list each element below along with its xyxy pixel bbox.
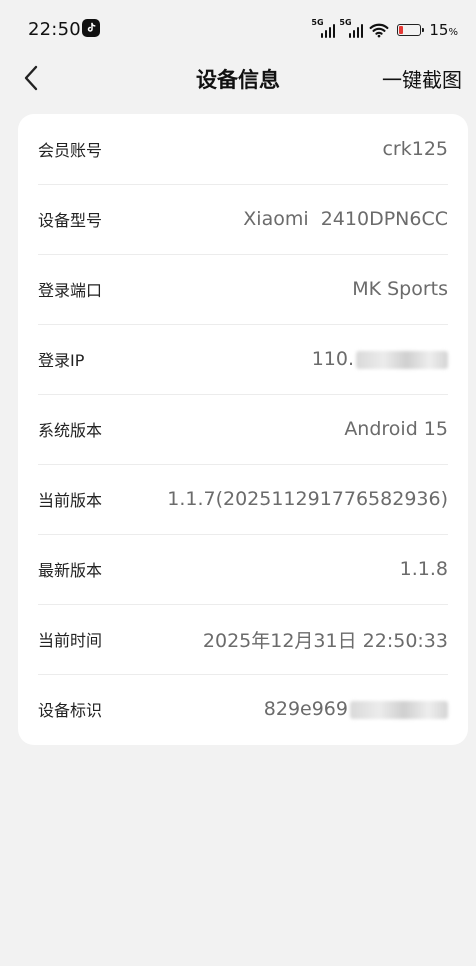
row-value: 829e969 xyxy=(263,698,348,720)
status-bar: 22:50 5G 5G 15% xyxy=(0,0,476,58)
row-value: MK Sports xyxy=(352,278,448,300)
row-value: 1.1.8 xyxy=(399,558,448,580)
info-row-member-account: 会员账号 crk125 xyxy=(38,114,448,185)
device-info-card: 会员账号 crk125 设备型号 Xiaomi 2410DPN6CC 登录端口 … xyxy=(18,114,468,745)
row-value-wrap: 110. xyxy=(312,348,448,370)
row-value: 1.1.7(202511291776582936) xyxy=(167,488,448,510)
battery-percent: 15% xyxy=(429,21,458,39)
info-row-login-port: 登录端口 MK Sports xyxy=(38,254,448,325)
tiktok-icon xyxy=(82,19,100,37)
header: 设备信息 一键截图 xyxy=(0,58,476,98)
status-time: 22:50 xyxy=(28,19,81,40)
battery-fill xyxy=(399,26,403,34)
row-label: 登录IP xyxy=(38,351,85,370)
one-click-screenshot-button[interactable]: 一键截图 xyxy=(382,64,462,93)
redacted-blur xyxy=(356,350,448,369)
row-label: 会员账号 xyxy=(38,141,103,160)
row-label: 当前时间 xyxy=(38,631,103,650)
row-label: 设备标识 xyxy=(38,701,103,720)
info-row-device-model: 设备型号 Xiaomi 2410DPN6CC xyxy=(38,184,448,255)
row-value-wrap: 829e969 xyxy=(264,698,448,720)
info-row-latest-version: 最新版本 1.1.8 xyxy=(38,534,448,605)
status-icons: 5G 5G 15% xyxy=(311,18,458,40)
row-label: 系统版本 xyxy=(38,421,103,440)
redacted-blur xyxy=(350,700,448,719)
row-value: Xiaomi 2410DPN6CC xyxy=(243,208,448,230)
signal-icon: 5G xyxy=(311,18,336,38)
row-value: Android 15 xyxy=(344,418,448,440)
row-value: 2025年12月31日 22:50:33 xyxy=(202,629,448,652)
info-row-login-ip: 登录IP 110. xyxy=(38,324,448,395)
row-label: 登录端口 xyxy=(38,281,103,300)
row-label: 当前版本 xyxy=(38,491,103,510)
signal-icon: 5G xyxy=(339,18,364,38)
battery-icon xyxy=(397,24,425,36)
row-value: crk125 xyxy=(382,138,448,160)
row-label: 设备型号 xyxy=(38,211,103,230)
info-row-device-id: 设备标识 829e969 xyxy=(38,674,448,744)
info-row-current-time: 当前时间 2025年12月31日 22:50:33 xyxy=(38,604,448,675)
info-row-current-version: 当前版本 1.1.7(202511291776582936) xyxy=(38,464,448,535)
info-row-system-version: 系统版本 Android 15 xyxy=(38,394,448,465)
row-label: 最新版本 xyxy=(38,561,103,580)
wifi-icon xyxy=(369,22,389,38)
row-value: 110. xyxy=(311,348,354,370)
